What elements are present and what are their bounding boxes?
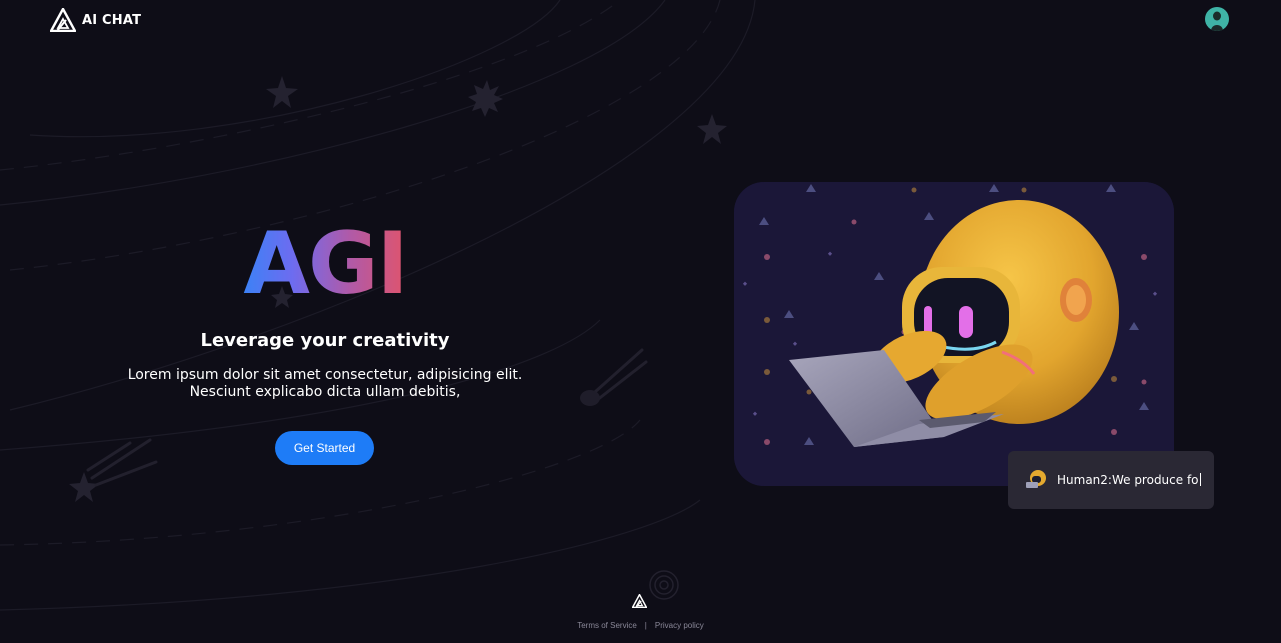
chat-bubble: Human2:We produce fo: [1008, 451, 1214, 509]
user-avatar-icon[interactable]: [1205, 7, 1229, 31]
robot-avatar-icon: [1024, 468, 1048, 492]
triangle-logo-icon: [50, 8, 76, 32]
hero-description-line: Nesciunt explicabo dicta ullam debitis,: [189, 384, 461, 400]
footer-separator: |: [644, 621, 647, 630]
chat-message: Human2:We produce fo: [1057, 473, 1201, 487]
get-started-button[interactable]: Get Started: [275, 431, 374, 465]
brand-name: AI CHAT: [82, 12, 142, 28]
chat-message-text: Human2:We produce fo: [1057, 473, 1199, 487]
hero-description: Lorem ipsum dolor sit amet consectetur, …: [115, 367, 535, 401]
hero-subtitle: Leverage your creativity: [200, 330, 450, 351]
text-caret: [1199, 473, 1201, 486]
hero-description-line: Lorem ipsum dolor sit amet consectetur, …: [127, 367, 523, 383]
terms-of-service-link[interactable]: Terms of Service: [577, 621, 637, 630]
hero-title: AGI: [243, 214, 408, 314]
page: AI CHAT AGI Leverage your creativity Lor…: [0, 0, 1281, 643]
footer-links: Terms of Service | Privacy policy: [0, 621, 1281, 630]
privacy-policy-link[interactable]: Privacy policy: [655, 621, 704, 630]
brand[interactable]: AI CHAT: [50, 8, 141, 32]
robot-with-laptop-illustration: [734, 182, 1174, 486]
footer-triangle-logo-icon: [632, 594, 647, 608]
